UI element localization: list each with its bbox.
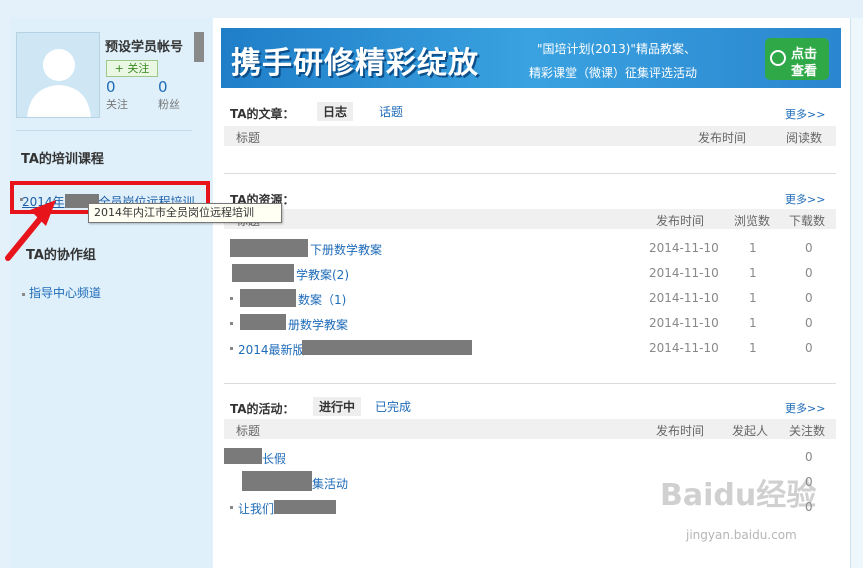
activities-table-header: 标题 发布时间 发起人 关注数 — [224, 419, 836, 439]
col-followers: 关注数 — [789, 424, 826, 438]
col-title: 标题 — [236, 424, 261, 438]
tab-topics[interactable]: 话题 — [373, 102, 409, 121]
group-link[interactable]: 指导中心频道 — [29, 284, 101, 301]
tab-completed[interactable]: 已完成 — [369, 397, 417, 416]
bullet — [22, 293, 25, 296]
section-divider — [224, 383, 836, 384]
resource-downloads: 0 — [805, 316, 813, 330]
col-date: 发布时间 — [698, 131, 747, 145]
tab-blog[interactable]: 日志 — [317, 102, 354, 121]
resource-row[interactable]: 2014最新版 2014-11-10 1 0 — [224, 337, 836, 359]
resource-date: 2014-11-10 — [649, 316, 719, 330]
fans-label: 粉丝 — [158, 98, 180, 111]
resource-title[interactable]: 下册数学教案 — [310, 241, 382, 258]
resources-table-header: 标题 发布时间 浏览数 下载数 — [224, 209, 836, 229]
courses-heading: TA的培训课程 — [21, 152, 104, 167]
resource-title[interactable]: 数案（1) — [298, 291, 346, 308]
col-date: 发布时间 — [656, 424, 705, 438]
resource-views: 1 — [749, 291, 757, 305]
course-tooltip: 2014年内江市全员岗位远程培训 — [88, 203, 282, 223]
baidu-watermark-url: jingyan.baidu.com — [686, 528, 797, 542]
activity-title[interactable]: 集活动 — [312, 475, 348, 492]
sidebar-divider — [16, 130, 192, 131]
redacted-block — [242, 471, 312, 491]
articles-table-header: 标题 发布时间 阅读数 — [224, 126, 836, 146]
articles-more-link[interactable]: 更多>> — [785, 106, 825, 122]
resource-downloads: 0 — [805, 266, 813, 280]
following-count[interactable]: 0 — [106, 78, 116, 96]
bullet — [230, 347, 233, 350]
banner-subtitle-2: 精彩课堂（微课）征集评选活动 — [529, 66, 698, 80]
resource-row[interactable]: 下册数学教案 2014-11-10 1 0 — [224, 237, 836, 259]
following-label: 关注 — [106, 98, 128, 111]
col-downloads: 下载数 — [789, 214, 826, 228]
baidu-watermark: Baidu经验 — [660, 478, 817, 513]
red-arrow-icon — [5, 200, 56, 261]
banner-subtitle-1: "国培计划(2013)"精品教案、 — [537, 42, 696, 56]
resource-row[interactable]: 册数学教案 2014-11-10 1 0 — [224, 312, 836, 334]
follow-button[interactable]: + 关注 — [106, 60, 158, 77]
banner-title: 携手研修精彩绽放 — [231, 46, 479, 81]
redacted-block — [240, 314, 286, 330]
resource-title[interactable]: 学教案(2) — [296, 266, 349, 283]
resource-views: 1 — [749, 341, 757, 355]
redacted-block — [224, 448, 262, 464]
col-views: 浏览数 — [734, 214, 771, 228]
articles-title: TA的文章： — [230, 107, 295, 121]
resource-row[interactable]: 学教案(2) 2014-11-10 1 0 — [224, 262, 836, 284]
redacted-block — [302, 340, 472, 355]
redacted-block — [240, 289, 296, 307]
col-initiator: 发起人 — [732, 424, 769, 438]
resource-title[interactable]: 2014最新版 — [238, 341, 305, 358]
activities-title: TA的活动： — [230, 402, 295, 416]
fans-count[interactable]: 0 — [158, 78, 168, 96]
resource-downloads: 0 — [805, 341, 813, 355]
resource-views: 1 — [749, 316, 757, 330]
col-title: 标题 — [236, 131, 261, 145]
activity-count: 0 — [805, 450, 813, 464]
col-date: 发布时间 — [656, 214, 705, 228]
arrow-circle-icon — [770, 50, 786, 66]
resource-date: 2014-11-10 — [649, 341, 719, 355]
activity-title[interactable]: 长假 — [262, 450, 286, 467]
activity-row[interactable]: 长假 0 — [224, 446, 836, 468]
banner-button-line2: 查看 — [791, 64, 818, 79]
resource-downloads: 0 — [805, 241, 813, 255]
avatar[interactable] — [16, 32, 100, 118]
sidebar: 预设学员帐号 + 关注 0 关注 0 粉丝 TA的培训课程 2014年 全员岗位远… — [10, 18, 212, 568]
redacted-block — [232, 264, 294, 282]
promo-banner[interactable]: 携手研修精彩绽放 "国培计划(2013)"精品教案、 精彩课堂（微课）征集评选活… — [221, 28, 841, 88]
resource-views: 1 — [749, 241, 757, 255]
activity-title[interactable]: 让我们 — [238, 500, 274, 517]
tab-ongoing[interactable]: 进行中 — [313, 397, 362, 416]
bullet — [230, 297, 233, 300]
resource-date: 2014-11-10 — [649, 291, 719, 305]
bullet — [230, 322, 233, 325]
resource-row[interactable]: 数案（1) 2014-11-10 1 0 — [224, 287, 836, 309]
bullet — [230, 506, 233, 509]
resource-downloads: 0 — [805, 291, 813, 305]
resource-views: 1 — [749, 266, 757, 280]
right-scroll-strip — [850, 18, 863, 568]
banner-view-button[interactable]: 点击 查看 — [765, 38, 829, 80]
resource-date: 2014-11-10 — [649, 266, 719, 280]
activities-more-link[interactable]: 更多>> — [785, 400, 825, 416]
resource-date: 2014-11-10 — [649, 241, 719, 255]
top-bar — [0, 0, 863, 18]
resources-more-link[interactable]: 更多>> — [785, 191, 825, 207]
section-divider — [224, 173, 836, 174]
resource-title[interactable]: 册数学教案 — [288, 316, 348, 333]
default-avatar-icon — [17, 33, 99, 117]
redacted-block — [274, 500, 336, 514]
redacted-block — [230, 239, 308, 257]
redacted-block — [194, 32, 204, 62]
username: 预设学员帐号 — [105, 40, 184, 55]
col-reads: 阅读数 — [786, 131, 823, 145]
